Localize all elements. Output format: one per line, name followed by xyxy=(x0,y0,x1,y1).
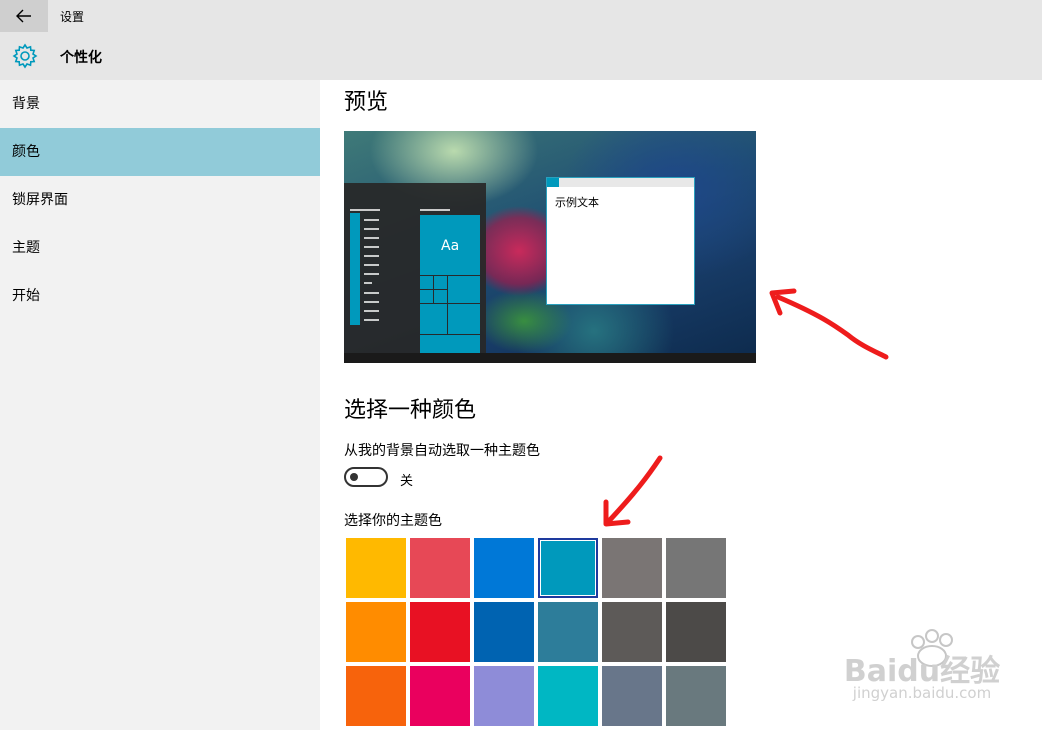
title-bar: 设置 xyxy=(0,0,1042,32)
color-swatch[interactable] xyxy=(474,538,534,598)
preview-tile-text: Aa xyxy=(441,238,460,254)
back-arrow-icon xyxy=(16,9,31,23)
preview-start-menu-graphic xyxy=(350,209,480,353)
sidebar-item-themes[interactable]: 主题 xyxy=(0,224,320,272)
gear-icon xyxy=(12,43,38,69)
color-swatch[interactable] xyxy=(410,602,470,662)
page-header: 个性化 xyxy=(0,32,1042,80)
auto-pick-label: 从我的背景自动选取一种主题色 xyxy=(344,443,540,459)
page-title: 个性化 xyxy=(60,50,102,66)
preview-window-icon xyxy=(547,178,559,187)
color-swatch[interactable] xyxy=(602,666,662,726)
baidu-watermark: Baidu经验 jingyan.baidu.com xyxy=(822,626,1022,710)
window-title: 设置 xyxy=(60,10,85,24)
color-swatch[interactable] xyxy=(666,538,726,598)
sidebar-item-lock-screen[interactable]: 锁屏界面 xyxy=(0,176,320,224)
preview-start-menu: Aa xyxy=(344,183,486,353)
red-arrow-annotation-preview xyxy=(769,288,889,360)
color-swatch[interactable] xyxy=(474,666,534,726)
sidebar-item-colors[interactable]: 颜色 xyxy=(0,128,320,176)
watermark-url: jingyan.baidu.com xyxy=(852,684,992,702)
color-swatch[interactable] xyxy=(410,538,470,598)
theme-preview: Aa 示例文本 xyxy=(344,131,756,363)
color-swatch[interactable] xyxy=(538,602,598,662)
color-swatch[interactable] xyxy=(346,538,406,598)
color-swatch[interactable] xyxy=(410,666,470,726)
toggle-state-label: 关 xyxy=(400,474,414,489)
sidebar: 背景 颜色 锁屏界面 主题 开始 xyxy=(0,80,320,730)
toggle-knob xyxy=(350,473,358,481)
color-swatch[interactable] xyxy=(346,602,406,662)
preview-taskbar xyxy=(344,353,756,363)
red-arrow-annotation-swatch xyxy=(603,455,663,527)
back-button[interactable] xyxy=(0,0,48,32)
accent-color-grid xyxy=(346,538,726,730)
preview-window-titlebar xyxy=(547,178,694,187)
preview-heading: 预览 xyxy=(344,90,389,115)
sidebar-item-background[interactable]: 背景 xyxy=(0,80,320,128)
color-swatch[interactable] xyxy=(538,538,598,598)
sidebar-item-start[interactable]: 开始 xyxy=(0,272,320,320)
preview-window: 示例文本 xyxy=(546,177,695,305)
color-swatch[interactable] xyxy=(474,602,534,662)
choose-accent-label: 选择你的主题色 xyxy=(344,513,442,529)
color-swatch[interactable] xyxy=(602,538,662,598)
preview-sample-text: 示例文本 xyxy=(555,196,599,209)
color-swatch[interactable] xyxy=(538,666,598,726)
color-swatch[interactable] xyxy=(666,602,726,662)
choose-color-heading: 选择一种颜色 xyxy=(344,398,477,423)
color-swatch[interactable] xyxy=(602,602,662,662)
auto-pick-toggle[interactable] xyxy=(344,467,388,487)
color-swatch[interactable] xyxy=(666,666,726,726)
color-swatch[interactable] xyxy=(346,666,406,726)
